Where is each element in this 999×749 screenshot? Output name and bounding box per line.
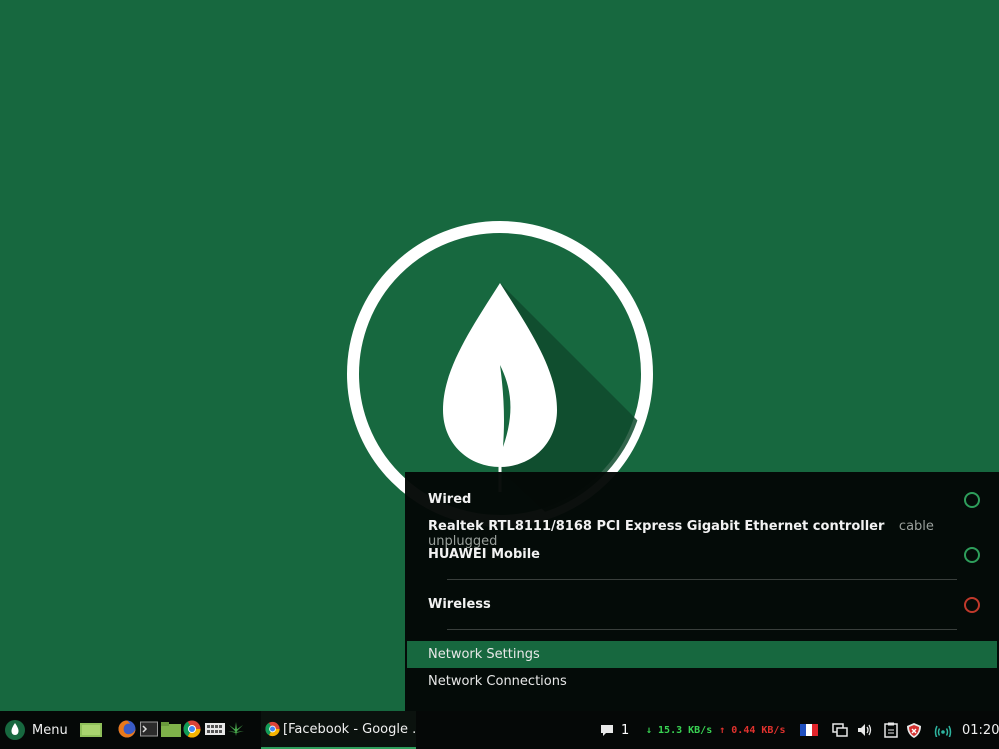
- chrome-icon[interactable]: [183, 720, 201, 738]
- wired-device-name: Realtek RTL8111/8168 PCI Express Gigabit…: [428, 519, 885, 534]
- menu-divider: [447, 629, 957, 630]
- wired-section-label: Wired: [428, 492, 472, 507]
- wireless-status-icon[interactable]: [964, 597, 980, 613]
- network-settings-item[interactable]: Network Settings: [407, 641, 997, 668]
- taskbar: Menu [Facebook - Google ... 1 ↓ 15.3 KB/…: [0, 711, 999, 749]
- upload-speed: ↑ 0.44 KB/s: [719, 724, 786, 736]
- menu-label: Menu: [32, 722, 68, 738]
- network-connections-item[interactable]: Network Connections: [407, 668, 997, 695]
- france-flag-icon[interactable]: [800, 711, 818, 749]
- network-menu-popup: Wired Realtek RTL8111/8168 PCI Express G…: [405, 472, 999, 711]
- leaf-app-icon[interactable]: [227, 720, 245, 738]
- window-title: [Facebook - Google ...: [283, 721, 416, 737]
- wired-status-icon[interactable]: [964, 492, 980, 508]
- files-icon[interactable]: [80, 720, 102, 738]
- network-speed-monitor[interactable]: ↓ 15.3 KB/s ↑ 0.44 KB/s: [646, 711, 785, 749]
- wireless-section-label[interactable]: Wireless: [428, 597, 491, 612]
- download-speed: ↓ 15.3 KB/s: [646, 724, 713, 736]
- volume-icon[interactable]: [857, 711, 873, 749]
- huawei-mobile-status-icon[interactable]: [964, 547, 980, 563]
- network-signal-icon[interactable]: [934, 711, 952, 749]
- folder-icon[interactable]: [161, 720, 181, 738]
- notification-count: 1: [621, 722, 630, 738]
- chrome-icon: [265, 721, 280, 737]
- notifications-button[interactable]: 1: [600, 711, 629, 749]
- menu-divider: [447, 579, 957, 580]
- grid-app-icon[interactable]: [205, 720, 225, 738]
- terminal-icon[interactable]: [140, 720, 158, 738]
- shield-icon[interactable]: [906, 711, 922, 749]
- display-icon[interactable]: [832, 711, 848, 749]
- wired-device-item[interactable]: Realtek RTL8111/8168 PCI Express Gigabit…: [428, 519, 999, 549]
- menu-leaf-icon: [5, 720, 25, 740]
- huawei-mobile-label[interactable]: HUAWEI Mobile: [428, 547, 540, 562]
- taskbar-window-facebook[interactable]: [Facebook - Google ...: [261, 711, 416, 749]
- menu-button[interactable]: Menu: [4, 711, 68, 749]
- clipboard-icon[interactable]: [884, 711, 898, 749]
- clock[interactable]: 01:20: [962, 711, 999, 749]
- chat-bubble-icon: [601, 725, 613, 736]
- firefox-icon[interactable]: [118, 720, 136, 738]
